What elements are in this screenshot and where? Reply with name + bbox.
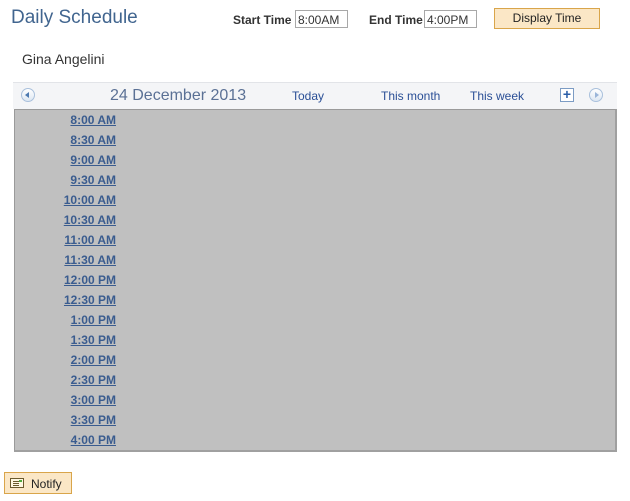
time-slot-link[interactable]: 4:00 PM: [71, 433, 116, 447]
circle-arrow-right-icon[interactable]: [589, 88, 603, 102]
page-title: Daily Schedule: [11, 7, 138, 28]
this-week-link[interactable]: This week: [470, 89, 524, 103]
notify-button[interactable]: Notify: [4, 472, 72, 494]
time-slot-link[interactable]: 2:30 PM: [71, 373, 116, 387]
time-slot-link[interactable]: 9:00 AM: [70, 153, 116, 167]
notify-note-icon: [10, 478, 24, 488]
time-slot-link[interactable]: 8:30 AM: [70, 133, 116, 147]
today-link[interactable]: Today: [292, 89, 324, 103]
time-slot-link[interactable]: 1:30 PM: [71, 333, 116, 347]
time-slot-link[interactable]: 12:00 PM: [64, 273, 116, 287]
time-slot-link[interactable]: 2:00 PM: [71, 353, 116, 367]
plus-icon[interactable]: +: [560, 87, 574, 102]
time-slot-link[interactable]: 3:00 PM: [71, 393, 116, 407]
end-time-label: End Time: [369, 13, 423, 27]
time-slot-link[interactable]: 10:00 AM: [64, 193, 116, 207]
time-slot-link[interactable]: 11:30 AM: [64, 253, 116, 267]
time-slot-link[interactable]: 11:00 AM: [64, 233, 116, 247]
end-time-input[interactable]: 4:00PM: [424, 10, 477, 28]
time-slot-link[interactable]: 3:30 PM: [71, 413, 116, 427]
start-time-label: Start Time: [233, 13, 292, 27]
circle-arrow-left-icon[interactable]: [21, 88, 35, 102]
person-name: Gina Angelini: [22, 51, 105, 67]
time-slot-link[interactable]: 12:30 PM: [64, 293, 116, 307]
notify-label: Notify: [31, 477, 62, 491]
time-slot-link[interactable]: 8:00 AM: [70, 113, 116, 127]
display-time-button[interactable]: Display Time: [494, 8, 600, 29]
time-slot-link[interactable]: 9:30 AM: [70, 173, 116, 187]
schedule-grid: 8:00 AM 8:30 AM 9:00 AM 9:30 AM 10:00 AM 10:3…: [14, 109, 617, 452]
time-slot-link[interactable]: 1:00 PM: [71, 313, 116, 327]
date-navigation-bar: 24 December 2013 Today This month This w…: [13, 82, 617, 109]
this-month-link[interactable]: This month: [381, 89, 440, 103]
current-date: 24 December 2013: [110, 87, 247, 104]
time-slot-link[interactable]: 10:30 AM: [64, 213, 116, 227]
start-time-input[interactable]: 8:00AM: [295, 10, 348, 28]
